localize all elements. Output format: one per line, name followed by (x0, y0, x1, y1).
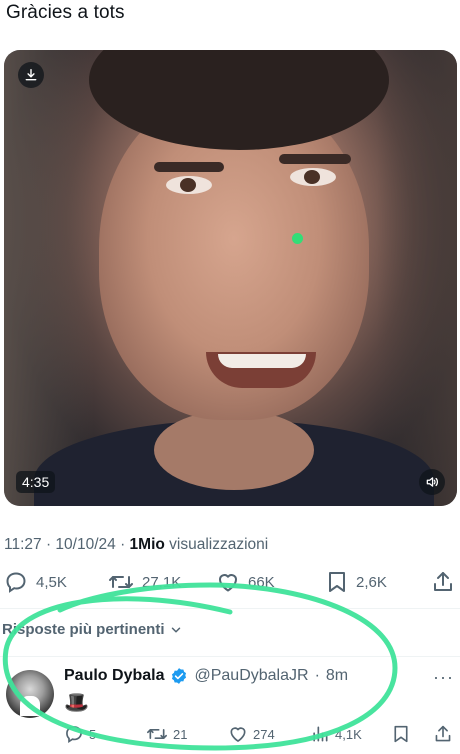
video-frame-background (4, 50, 94, 506)
volume-icon (426, 477, 439, 487)
retweet-icon (109, 576, 133, 588)
reply-reply-count: 5 (89, 726, 97, 742)
meta-separator: · (120, 536, 130, 553)
video-frame-teeth (218, 354, 306, 368)
like-count: 66K (248, 573, 275, 591)
reply-author-handle[interactable]: @PauDybalaJR (194, 667, 308, 685)
tweet-actions: 4,5K 27,1K 66K 2,6K (0, 570, 460, 596)
reply-like-count: 274 (253, 726, 275, 742)
reply-share-button[interactable] (434, 724, 452, 744)
reply-header: Paulo Dybala @PauDybalaJR · 8m (64, 667, 348, 685)
tweet-text: Gràcies a tots (6, 2, 125, 23)
retweet-button[interactable]: 27,1K (108, 570, 181, 594)
download-icon (25, 69, 37, 81)
video-frame-hair (89, 50, 389, 150)
analytics-icon (313, 726, 328, 742)
reply-bookmark-button[interactable] (392, 724, 410, 744)
bookmark-count: 2,6K (356, 573, 387, 591)
video-frame-neck (154, 410, 314, 490)
replies-sort-dropdown[interactable]: Risposte più pertinenti (2, 621, 183, 638)
reply-time[interactable]: 8m (326, 667, 348, 685)
retweet-count: 27,1K (142, 573, 182, 591)
replies-sort-label: Risposte più pertinenti (2, 621, 165, 638)
divider (0, 656, 460, 657)
reply-count: 4,5K (36, 573, 67, 591)
download-button[interactable] (18, 62, 44, 88)
reply-like-button[interactable]: 274 (228, 724, 275, 744)
video-frame-brow (279, 154, 351, 164)
share-icon (435, 725, 451, 742)
verified-badge-icon (172, 668, 187, 684)
views-label-text: visualizzazioni (169, 536, 269, 553)
reply-text: 🎩 (64, 692, 89, 714)
views-count: 1Mio (129, 536, 165, 553)
video-frame-background (377, 50, 457, 506)
like-button[interactable]: 66K (216, 570, 275, 594)
reply-icon (66, 726, 82, 744)
bookmark-icon (329, 572, 345, 592)
reply-reply-button[interactable]: 5 (64, 724, 96, 744)
reply-retweet-count: 21 (173, 726, 188, 742)
video-frame-brow (154, 162, 224, 172)
video-frame-eye (166, 176, 212, 194)
reply-author-name[interactable]: Paulo Dybala (64, 667, 164, 685)
more-options-button[interactable]: ··· (433, 667, 454, 688)
reply-icon (6, 572, 26, 593)
retweet-icon (146, 729, 167, 739)
bookmark-button[interactable]: 2,6K (326, 570, 387, 594)
video-duration: 4:35 (16, 471, 56, 493)
reply-button[interactable]: 4,5K (4, 570, 67, 594)
tweet-time[interactable]: 11:27 (4, 536, 42, 553)
meta-separator: · (45, 536, 56, 553)
share-icon (434, 572, 452, 591)
tweet-date[interactable]: 10/10/24 (55, 536, 115, 553)
tweet-meta: 11:27 · 10/10/24 · 1Mio visualizzazioni (4, 536, 268, 554)
chevron-down-icon (171, 626, 180, 633)
divider (0, 608, 460, 609)
reply-retweet-button[interactable]: 21 (146, 724, 187, 744)
reply-tweet[interactable]: Paulo Dybala @PauDybalaJR · 8m ··· 🎩 5 2… (0, 658, 460, 754)
video-frame-eye (290, 168, 336, 186)
bookmark-icon (394, 725, 408, 743)
reply-views-count: 4,1K (335, 726, 362, 742)
cursor-dot (292, 233, 303, 244)
share-button[interactable] (432, 570, 454, 594)
video-player[interactable]: 4:35 (4, 50, 457, 506)
reply-actions: 5 21 274 4,1K (0, 724, 460, 744)
heart-icon (230, 727, 246, 742)
meta-separator: · (314, 667, 320, 684)
reply-views-button[interactable]: 4,1K (310, 724, 362, 744)
heart-icon (219, 574, 237, 592)
avatar[interactable] (6, 670, 54, 718)
volume-button[interactable] (419, 469, 445, 495)
